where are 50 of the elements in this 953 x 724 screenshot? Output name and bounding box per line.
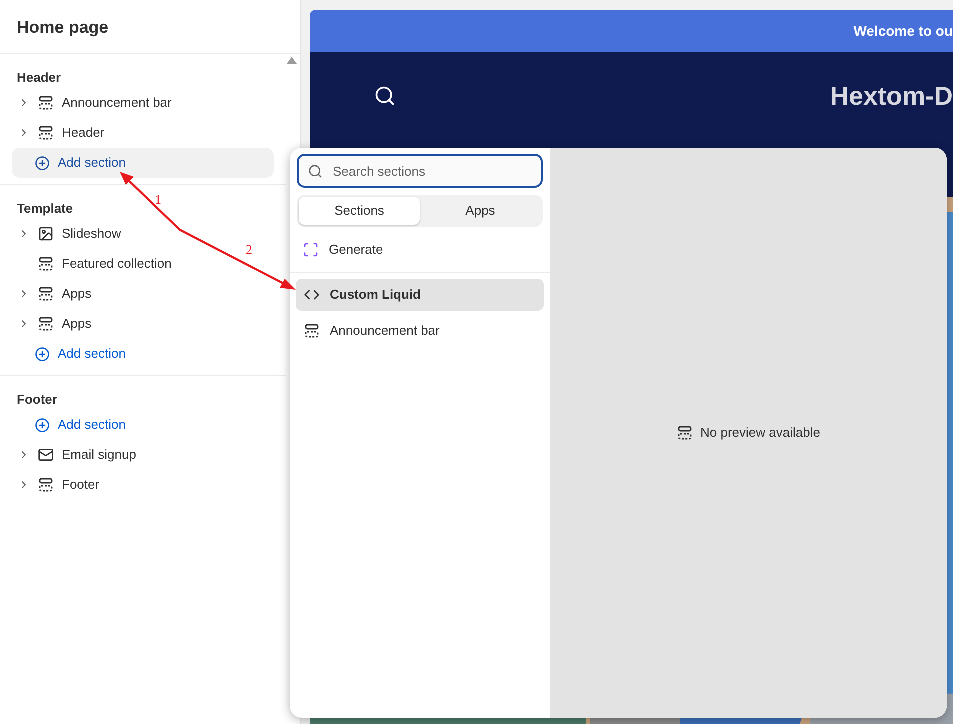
section-label: Apps bbox=[62, 285, 92, 304]
group-title: Template bbox=[17, 201, 74, 216]
mail-icon bbox=[38, 447, 54, 463]
step-number: 2 bbox=[246, 243, 252, 256]
section-icon bbox=[676, 425, 693, 441]
section-label: Featured collection bbox=[62, 255, 172, 274]
section-item[interactable]: Apps bbox=[18, 279, 92, 309]
add-section-button[interactable]: Add section bbox=[12, 148, 274, 178]
section-item[interactable]: Header bbox=[18, 118, 105, 148]
section-item[interactable]: Announcement bar bbox=[18, 88, 172, 118]
section-icon bbox=[38, 95, 54, 111]
group-title: Header bbox=[17, 70, 62, 85]
section-label: Header bbox=[62, 124, 105, 142]
announcement-text: Welcome to ou bbox=[854, 22, 953, 40]
section-item[interactable]: Slideshow bbox=[18, 219, 122, 249]
section-label: Email signup bbox=[62, 446, 136, 464]
tab[interactable]: Sections bbox=[299, 197, 420, 225]
section-icon bbox=[38, 477, 54, 493]
plus-icon bbox=[35, 156, 50, 170]
section-item[interactable]: Email signup bbox=[18, 440, 136, 470]
step-number: 1 bbox=[155, 193, 162, 206]
section-label: Slideshow bbox=[62, 225, 122, 244]
section-icon bbox=[304, 323, 320, 339]
sidebar-title: Home page bbox=[17, 16, 109, 39]
section-label: Announcement bar bbox=[62, 94, 172, 112]
image-icon bbox=[38, 226, 54, 242]
scroll-up-icon[interactable] bbox=[287, 57, 297, 64]
plus-icon bbox=[35, 346, 50, 362]
search-icon bbox=[308, 164, 323, 179]
store-name: Hextom-D bbox=[830, 80, 953, 112]
section-icon bbox=[38, 125, 54, 141]
section-icon bbox=[38, 316, 54, 332]
section-item[interactable]: Featured collection bbox=[18, 249, 172, 279]
section-item[interactable]: Footer bbox=[18, 470, 100, 500]
group-title: Footer bbox=[17, 392, 58, 407]
generate-button[interactable]: Generate bbox=[297, 232, 543, 268]
section-option[interactable]: Announcement bar bbox=[296, 315, 544, 347]
tab[interactable]: Apps bbox=[420, 197, 541, 225]
plus-icon bbox=[35, 418, 50, 432]
section-item[interactable]: Apps bbox=[18, 309, 92, 339]
add-section-button[interactable]: Add section bbox=[12, 339, 274, 369]
section-label: Footer bbox=[62, 476, 100, 494]
add-section-button[interactable]: Add section bbox=[12, 410, 274, 440]
search-icon[interactable] bbox=[374, 85, 396, 107]
section-option[interactable]: Custom Liquid bbox=[296, 279, 544, 311]
section-icon bbox=[38, 256, 54, 272]
preview-message: No preview available bbox=[700, 424, 820, 442]
section-label: Apps bbox=[62, 315, 92, 334]
search-field[interactable]: Search sections bbox=[297, 154, 543, 188]
section-icon bbox=[38, 286, 54, 302]
